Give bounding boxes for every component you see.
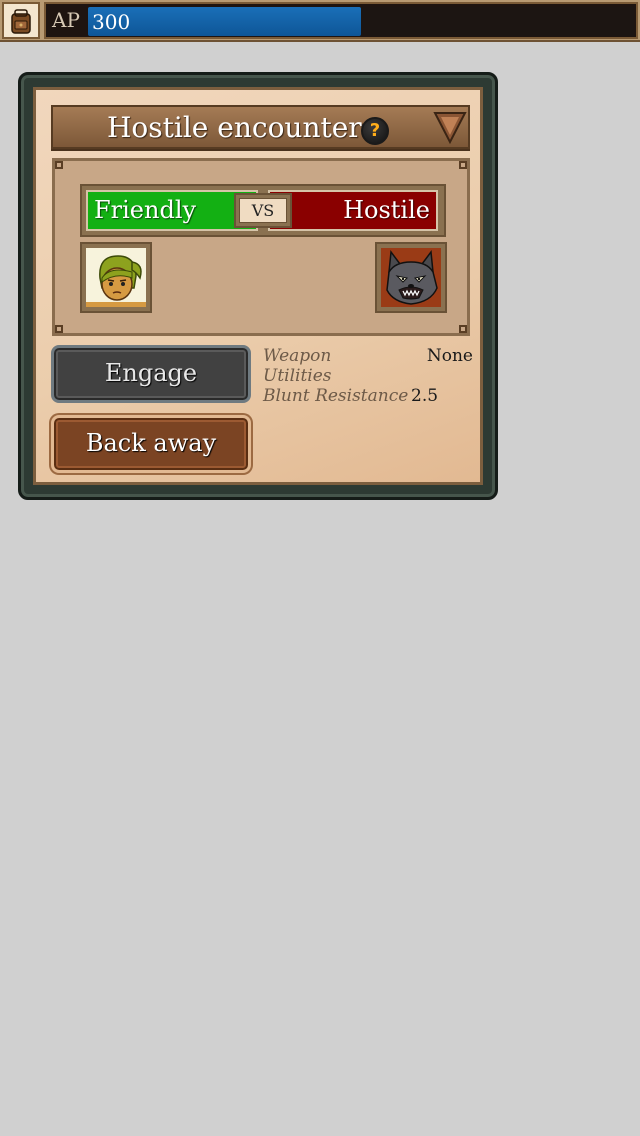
stat-label: Weapon <box>263 346 332 366</box>
friendly-portrait[interactable] <box>80 242 152 313</box>
dialog-title-bar: Hostile encounter ? <box>51 105 470 149</box>
stat-label: Blunt Resistance <box>263 386 409 406</box>
dialog-title: Hostile encounter <box>107 111 362 144</box>
panel-corner <box>459 325 467 333</box>
friendly-label: Friendly <box>94 196 197 224</box>
backpack-icon <box>11 9 31 34</box>
panel-corner <box>459 161 467 169</box>
action-points-meter: AP 300 <box>44 2 638 39</box>
stat-row-blunt-resistance: Blunt Resistance 2.5 <box>263 386 473 406</box>
top-status-bar: AP 300 <box>0 0 640 42</box>
stat-row-utilities: Utilities <box>263 366 473 386</box>
ap-track: 300 <box>88 7 634 36</box>
engage-button[interactable]: Engage <box>51 345 251 403</box>
panel-corner <box>55 325 63 333</box>
ap-value: 300 <box>92 10 131 34</box>
stat-row-weapon: Weapon None <box>263 346 473 366</box>
friendly-bar: Friendly <box>86 190 258 231</box>
ap-label: AP <box>52 8 80 32</box>
player-avatar <box>86 248 146 307</box>
back-away-button[interactable]: Back away <box>51 415 251 473</box>
versus-banner: Friendly Hostile VS <box>80 184 446 237</box>
stat-label: Utilities <box>263 366 332 386</box>
wolf-avatar <box>381 248 441 307</box>
help-icon[interactable]: ? <box>361 117 389 145</box>
inventory-button[interactable] <box>2 2 40 39</box>
vs-label: VS <box>239 198 287 223</box>
encounter-dialog: Hostile encounter ? Friendly Hostile VS … <box>18 72 498 500</box>
dialog-body: Hostile encounter ? Friendly Hostile VS … <box>33 87 483 485</box>
hostile-bar: Hostile <box>268 190 438 231</box>
panel-corner <box>55 161 63 169</box>
combatants-panel: Friendly Hostile VS <box>52 158 470 336</box>
stat-value: 2.5 <box>411 386 439 406</box>
vs-badge: VS <box>234 193 292 228</box>
triangle-down-icon[interactable] <box>433 110 467 148</box>
hostile-portrait[interactable] <box>375 242 447 313</box>
equipment-stats: Weapon None Utilities Blunt Resistance 2… <box>263 346 473 416</box>
hostile-label: Hostile <box>343 196 430 224</box>
stat-value: None <box>426 346 473 366</box>
